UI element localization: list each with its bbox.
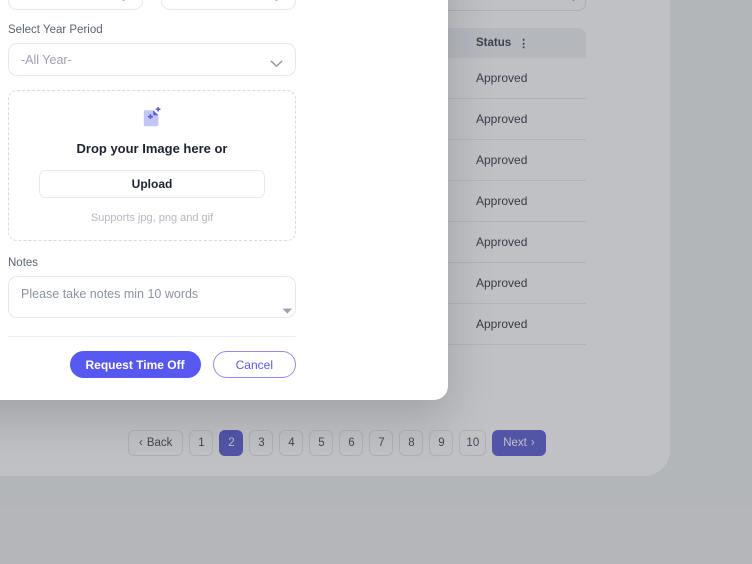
table-cell-status: Approved: [476, 153, 528, 167]
filters-row-1: Select Status -All Status- Select Month …: [8, 0, 296, 24]
upload-button[interactable]: Upload: [39, 170, 265, 198]
search-icon[interactable]: [561, 0, 575, 7]
table-cell-status: Approved: [476, 317, 528, 331]
pagination-page-6[interactable]: 6: [339, 430, 364, 456]
pagination-page-7[interactable]: 7: [369, 430, 394, 456]
dropzone-title: Drop your Image here or: [76, 141, 228, 156]
pagination-page-10[interactable]: 10: [459, 430, 487, 456]
pagination-back-button[interactable]: ‹ Back: [128, 430, 184, 456]
resize-handle-icon[interactable]: ◢: [281, 302, 294, 315]
pagination-page-2[interactable]: 2: [219, 430, 244, 456]
pagination-page-3[interactable]: 3: [249, 430, 274, 456]
screen-root: Search for Data Search ⋮: [0, 0, 752, 564]
modal-body: Select Status -All Status- Select Month …: [0, 0, 448, 337]
pagination-page-4[interactable]: 4: [279, 430, 304, 456]
pagination-page-5[interactable]: 5: [309, 430, 334, 456]
notes-textarea[interactable]: Please take notes min 10 words ◢: [8, 276, 296, 318]
chevron-down-icon: [270, 0, 283, 5]
pagination-back-label: Back: [146, 437, 173, 449]
table-cell-status: Approved: [476, 194, 528, 208]
field-select-status: Select Status -All Status-: [8, 0, 143, 10]
select-month-dropdown[interactable]: -All Month-: [161, 0, 296, 10]
table-cell-status: Approved: [476, 276, 528, 290]
image-dropzone[interactable]: Drop your Image here or Upload Supports …: [8, 90, 296, 241]
pagination-pages: 1 2 3 4 5 6 7 8 9 10: [189, 430, 487, 456]
file-add-icon: [141, 106, 163, 129]
chevron-down-icon: [117, 0, 130, 5]
pagination-next-label: Next: [503, 437, 527, 449]
sort-icon[interactable]: ⋮: [518, 37, 529, 50]
table-col-header-status[interactable]: Status ⋮: [458, 37, 586, 50]
field-select-month-period: Select Month Period -All Month-: [161, 0, 296, 10]
table-cell-status: Approved: [476, 235, 528, 249]
modal-actions: Request Time Off Cancel: [0, 337, 448, 378]
select-year-dropdown[interactable]: -All Year-: [8, 43, 296, 76]
request-time-off-button[interactable]: Request Time Off: [69, 351, 201, 378]
notes-label: Notes: [8, 257, 39, 269]
table-cell-status: Approved: [476, 71, 528, 85]
pagination: ‹ Back 1 2 3 4 5 6 7 8 9 10 Next ›: [128, 430, 546, 456]
notes-field-wrap: Notes Please take notes min 10 words ◢: [8, 257, 296, 318]
select-status-value: -All Status-: [21, 0, 82, 1]
pagination-page-1[interactable]: 1: [189, 430, 214, 456]
field-label: Select Year Period: [8, 24, 103, 36]
select-month-value: -All Month-: [174, 0, 234, 1]
select-year-value: -All Year-: [21, 52, 72, 67]
notes-placeholder: Please take notes min 10 words: [21, 287, 199, 301]
chevron-down-icon: [270, 57, 283, 71]
request-time-off-modal: Select Status -All Status- Select Month …: [0, 0, 448, 400]
table-col-header-status-label: Status: [476, 37, 512, 49]
cancel-button[interactable]: Cancel: [212, 351, 296, 378]
table-cell-status: Approved: [476, 112, 528, 126]
chevron-right-icon: ›: [530, 437, 535, 449]
select-status-dropdown[interactable]: -All Status-: [8, 0, 143, 10]
pagination-page-9[interactable]: 9: [429, 430, 454, 456]
pagination-next-button[interactable]: Next ›: [492, 430, 546, 456]
pagination-page-8[interactable]: 8: [399, 430, 424, 456]
chevron-left-icon: ‹: [139, 437, 143, 449]
dropzone-hint: Supports jpg, png and gif: [90, 212, 214, 224]
field-select-year-period: Select Year Period -All Year-: [8, 24, 296, 76]
